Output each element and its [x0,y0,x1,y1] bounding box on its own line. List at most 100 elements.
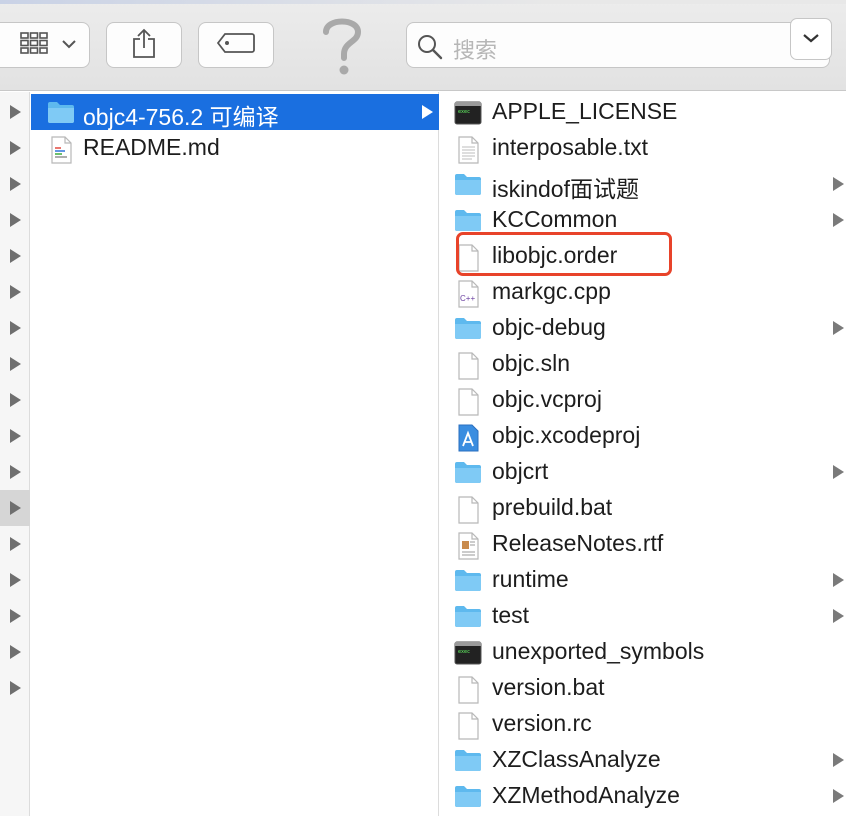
parent-column-row[interactable] [0,670,30,706]
parent-column-row[interactable] [0,382,30,418]
disclosure-arrow-icon [833,753,844,767]
disclosure-arrow-icon [9,105,21,119]
file-row[interactable]: version.rc [440,706,846,742]
file-row[interactable]: ReleaseNotes.rtf [440,526,846,562]
chevron-down-icon [62,36,76,54]
parent-column-row[interactable] [0,526,30,562]
folder-row[interactable]: test [440,598,846,634]
parent-column-row[interactable] [0,490,30,526]
folder-row[interactable]: objc-debug [440,310,846,346]
parent-column-row[interactable] [0,598,30,634]
file-row[interactable]: README.md [31,130,439,166]
disclosure-arrow-icon [9,285,21,299]
file-row[interactable]: exec APPLE_LICENSE [440,94,846,130]
disclosure-arrow-icon [833,609,844,623]
item-label: objc4-756.2 可编译 [83,104,279,130]
toolbar: 搜索 [0,0,846,91]
contents-column[interactable]: exec APPLE_LICENSE interposable.txt iskindo… [440,92,846,816]
tag-button[interactable] [198,22,274,68]
blank-file-icon [454,388,482,416]
folder-column[interactable]: objc4-756.2 可编译 README.md [31,92,439,816]
item-label: XZMethodAnalyze [492,782,680,808]
markdown-file-icon [47,136,75,164]
blank-file-icon [454,352,482,380]
item-label: objc.sln [492,350,570,376]
parent-column-row[interactable] [0,94,30,130]
disclosure-arrow-icon [9,609,21,623]
share-button[interactable] [106,22,182,68]
parent-column-row[interactable] [0,130,30,166]
parent-column-row[interactable] [0,274,30,310]
folder-row[interactable]: XZClassAnalyze [440,742,846,778]
folder-icon [454,604,482,630]
disclosure-arrow-icon [422,105,433,119]
disclosure-arrow-icon [9,681,21,695]
folder-row[interactable]: runtime [440,562,846,598]
folder-icon [454,568,482,594]
share-icon [131,28,157,63]
parent-column-row[interactable] [0,634,30,670]
toolbar-overflow-button[interactable] [790,18,832,60]
parent-column-row[interactable] [0,562,30,598]
folder-icon [454,748,482,774]
xcode-file-icon [454,424,482,452]
item-label: objcrt [492,458,549,484]
file-row[interactable]: objc.vcproj [440,382,846,418]
item-label: unexported_symbols [492,638,705,664]
item-label: README.md [83,134,220,160]
item-label: KCCommon [492,206,618,232]
parent-column-row[interactable] [0,202,30,238]
svg-text:C++: C++ [460,294,475,303]
parent-column-row[interactable] [0,454,30,490]
disclosure-arrow-icon [9,573,21,587]
blank-file-icon [454,712,482,740]
view-options-button[interactable] [0,22,90,68]
folder-icon [454,460,482,486]
parent-column-row[interactable] [0,166,30,202]
file-row[interactable]: interposable.txt [440,130,846,166]
folder-row[interactable]: iskindof面试题 [440,166,846,202]
chevron-down-icon [803,30,819,48]
folder-row[interactable]: objc4-756.2 可编译 [31,94,439,130]
item-label: iskindof面试题 [492,176,639,202]
parent-column-row[interactable] [0,418,30,454]
search-field[interactable]: 搜索 [406,22,830,68]
svg-text:exec: exec [458,649,470,655]
file-row[interactable]: version.bat [440,670,846,706]
parent-column[interactable] [0,92,30,816]
item-label: objc-debug [492,314,606,340]
folder-icon [454,208,482,234]
search-placeholder: 搜索 [453,38,498,63]
blank-file-icon [454,676,482,704]
item-label: ReleaseNotes.rtf [492,530,664,556]
file-row[interactable]: objc.xcodeproj [440,418,846,454]
blank-file-icon [454,496,482,524]
rtf-file-icon [454,532,482,560]
folder-icon [454,172,482,198]
disclosure-arrow-icon [9,645,21,659]
file-row[interactable]: objc.sln [440,346,846,382]
disclosure-arrow-icon [9,141,21,155]
item-label: interposable.txt [492,134,648,160]
text-file-icon [454,136,482,164]
file-row[interactable]: C++ markgc.cpp [440,274,846,310]
item-label: APPLE_LICENSE [492,98,678,124]
exec-file-icon: exec [454,100,482,126]
folder-icon [454,316,482,342]
parent-column-row[interactable] [0,238,30,274]
disclosure-arrow-icon [833,573,844,587]
cpp-file-icon: C++ [454,280,482,308]
parent-column-row[interactable] [0,310,30,346]
disclosure-arrow-icon [9,177,21,191]
file-row[interactable]: exec unexported_symbols [440,634,846,670]
folder-row[interactable]: XZMethodAnalyze [440,778,846,814]
search-icon [417,34,443,65]
title-bar-strip [0,0,846,4]
disclosure-arrow-icon [9,429,21,443]
help-icon[interactable] [318,14,366,76]
svg-text:exec: exec [458,109,470,115]
item-label: XZClassAnalyze [492,746,661,772]
file-row[interactable]: prebuild.bat [440,490,846,526]
folder-row[interactable]: objcrt [440,454,846,490]
parent-column-row[interactable] [0,346,30,382]
